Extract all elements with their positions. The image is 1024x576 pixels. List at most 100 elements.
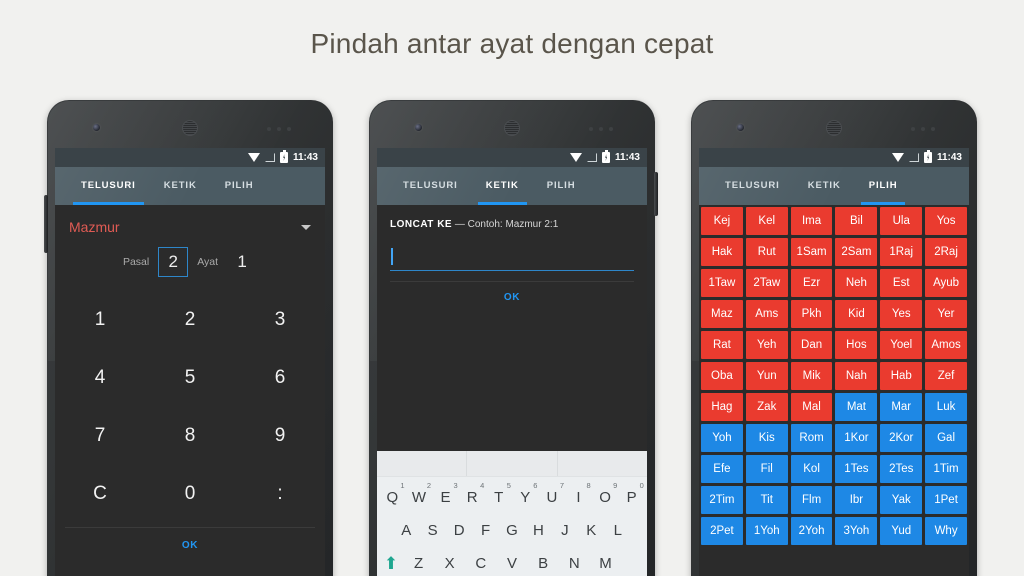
book-tile[interactable]: Ula: [880, 207, 923, 235]
book-tile[interactable]: Ayub: [925, 269, 967, 297]
book-tile[interactable]: Ezr: [790, 269, 833, 297]
ok-button[interactable]: OK: [390, 282, 634, 313]
book-tile[interactable]: 1Yoh: [745, 517, 788, 545]
book-tile[interactable]: Kel: [745, 207, 788, 235]
book-tile[interactable]: 2Sam: [835, 238, 878, 266]
key-x[interactable]: X: [434, 555, 465, 572]
book-tile[interactable]: 2Yoh: [790, 517, 833, 545]
book-tile[interactable]: Ima: [790, 207, 833, 235]
keypad-key-1[interactable]: 1: [55, 291, 145, 349]
shift-icon[interactable]: ⬆: [379, 554, 403, 574]
tab-pilih[interactable]: PILIH: [211, 167, 268, 205]
tab-telusuri[interactable]: TELUSURI: [67, 167, 150, 205]
book-tile[interactable]: Yak: [880, 486, 923, 514]
tab-ketik[interactable]: KETIK: [150, 167, 211, 205]
key-t[interactable]: 5T: [485, 481, 512, 506]
book-tile[interactable]: Rat: [701, 331, 743, 359]
key-w[interactable]: 2W: [406, 481, 433, 506]
book-tile[interactable]: Yoel: [880, 331, 923, 359]
key-n[interactable]: N: [559, 555, 590, 572]
key-g[interactable]: G: [499, 522, 525, 539]
key-a[interactable]: A: [393, 522, 419, 539]
book-tile[interactable]: Ams: [745, 300, 788, 328]
book-tile[interactable]: Mat: [835, 393, 878, 421]
keypad-key-5[interactable]: 5: [145, 349, 235, 407]
book-tile[interactable]: 1Sam: [790, 238, 833, 266]
keypad-key-3[interactable]: 3: [235, 291, 325, 349]
book-tile[interactable]: Neh: [835, 269, 878, 297]
key-j[interactable]: J: [552, 522, 578, 539]
keypad-key-4[interactable]: 4: [55, 349, 145, 407]
key-l[interactable]: L: [605, 522, 631, 539]
book-tile[interactable]: 2Kor: [880, 424, 923, 452]
book-tile[interactable]: 1Tim: [925, 455, 967, 483]
book-tile[interactable]: Mar: [880, 393, 923, 421]
book-tile[interactable]: 1Taw: [701, 269, 743, 297]
book-tile[interactable]: 1Tes: [835, 455, 878, 483]
book-tile[interactable]: Amos: [925, 331, 967, 359]
key-h[interactable]: H: [525, 522, 551, 539]
book-tile[interactable]: Yer: [925, 300, 967, 328]
suggestion-strip[interactable]: [377, 451, 647, 477]
keypad-key-colon[interactable]: :: [235, 465, 325, 523]
book-tile[interactable]: Luk: [925, 393, 967, 421]
suggestion-slot[interactable]: [558, 451, 647, 476]
key-c[interactable]: C: [465, 555, 496, 572]
key-i[interactable]: 8I: [565, 481, 592, 506]
key-o[interactable]: 9O: [592, 481, 619, 506]
book-tile[interactable]: Mal: [790, 393, 833, 421]
keypad-key-0[interactable]: 0: [145, 465, 235, 523]
book-tile[interactable]: Rut: [745, 238, 788, 266]
tab-telusuri[interactable]: TELUSURI: [711, 167, 794, 205]
verse-value-field[interactable]: 1: [227, 247, 257, 277]
book-tile[interactable]: 3Yoh: [835, 517, 878, 545]
book-tile[interactable]: Kid: [835, 300, 878, 328]
book-tile[interactable]: Yos: [925, 207, 967, 235]
tab-ketik[interactable]: KETIK: [794, 167, 855, 205]
key-v[interactable]: V: [496, 555, 527, 572]
tab-pilih[interactable]: PILIH: [855, 167, 912, 205]
book-tile[interactable]: 1Raj: [880, 238, 923, 266]
key-s[interactable]: S: [419, 522, 445, 539]
suggestion-slot[interactable]: [467, 451, 558, 476]
book-tile[interactable]: Est: [880, 269, 923, 297]
key-m[interactable]: M: [590, 555, 621, 572]
keypad-key-2[interactable]: 2: [145, 291, 235, 349]
keypad-key-clear[interactable]: C: [55, 465, 145, 523]
tab-pilih[interactable]: PILIH: [533, 167, 590, 205]
key-u[interactable]: 7U: [539, 481, 566, 506]
book-tile[interactable]: Zak: [745, 393, 788, 421]
book-tile[interactable]: Dan: [790, 331, 833, 359]
book-tile[interactable]: Kej: [701, 207, 743, 235]
book-tile[interactable]: 1Pet: [925, 486, 967, 514]
book-tile[interactable]: Fil: [745, 455, 788, 483]
key-y[interactable]: 6Y: [512, 481, 539, 506]
book-tile[interactable]: Efe: [701, 455, 743, 483]
book-tile[interactable]: Hab: [880, 362, 923, 390]
book-tile[interactable]: Yud: [880, 517, 923, 545]
keypad-key-8[interactable]: 8: [145, 407, 235, 465]
key-f[interactable]: F: [472, 522, 498, 539]
book-tile[interactable]: 2Taw: [745, 269, 788, 297]
key-p[interactable]: 0P: [618, 481, 645, 506]
book-tile[interactable]: Oba: [701, 362, 743, 390]
book-tile[interactable]: 2Pet: [701, 517, 743, 545]
keypad-key-7[interactable]: 7: [55, 407, 145, 465]
book-tile[interactable]: Yes: [880, 300, 923, 328]
book-tile[interactable]: Kol: [790, 455, 833, 483]
book-tile[interactable]: Hos: [835, 331, 878, 359]
keypad-key-6[interactable]: 6: [235, 349, 325, 407]
book-tile[interactable]: Zef: [925, 362, 967, 390]
jump-input[interactable]: [390, 247, 634, 271]
book-tile[interactable]: Mik: [790, 362, 833, 390]
key-d[interactable]: D: [446, 522, 472, 539]
book-tile[interactable]: Maz: [701, 300, 743, 328]
keypad-key-9[interactable]: 9: [235, 407, 325, 465]
key-r[interactable]: 4R: [459, 481, 486, 506]
book-tile[interactable]: 1Kor: [835, 424, 878, 452]
book-tile[interactable]: Pkh: [790, 300, 833, 328]
chapter-value-field[interactable]: 2: [158, 247, 189, 277]
book-tile[interactable]: Hak: [701, 238, 743, 266]
book-tile[interactable]: Ibr: [835, 486, 878, 514]
suggestion-slot[interactable]: [377, 451, 468, 476]
